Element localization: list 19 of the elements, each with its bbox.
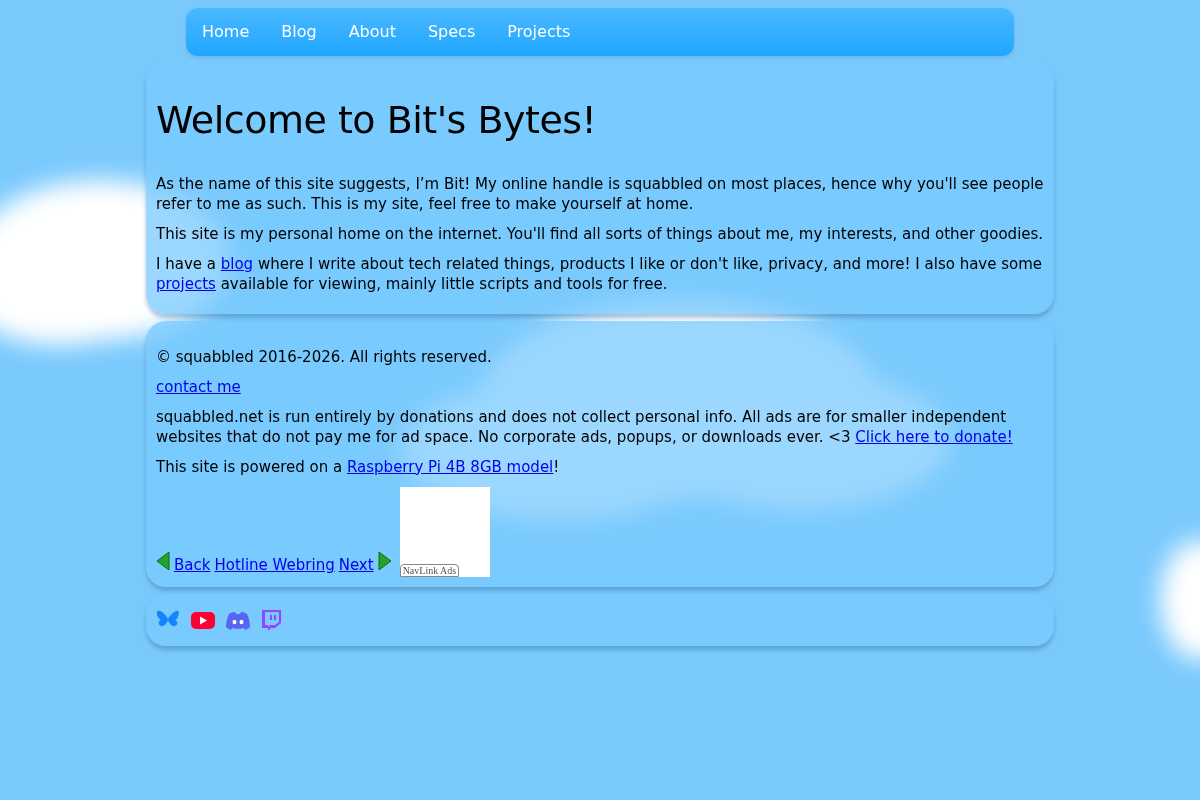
page-title: Welcome to Bit's Bytes! [156,98,598,144]
paragraph: © squabbled 2016-2026. All rights reserved. [156,346,493,367]
paragraph: This site is my personal home on the internet. You'll find all sorts of things about me, my interests, and other goodies. [156,223,1044,244]
paragraph: This site is powered on a Raspberry Pi 4B 8GB model! [156,456,561,477]
text-link[interactable]: contact me [156,377,241,396]
text-link[interactable]: blog [220,254,254,273]
text-link[interactable]: Raspberry Pi 4B 8GB model [347,457,554,476]
ad-label[interactable]: NavLink Ads [399,563,460,577]
webring-link[interactable]: Hotline Webring [214,554,335,577]
webring-link[interactable]: Next [338,554,374,577]
text-link[interactable]: Click here to donate! [855,427,1013,446]
webring-link[interactable]: Back [174,554,211,577]
paragraph: squabbled.net is run entirely by donations and does not collect personal info. All ads are for smaller independent websites that do not pay me for ad space. No corporate ads, popups, or downloads ever. <3 Click here to donate! [156,406,1014,447]
ad-frame[interactable]: NavLink Ads [399,486,490,577]
text-link[interactable]: projects [156,274,216,293]
left-arrow-icon[interactable] [156,550,170,571]
right-arrow-icon[interactable] [377,550,392,571]
paragraph: I have a blog where I write about tech related things, products I like or don't like, privacy, and more! I also have some projects available for viewing, mainly little scripts and tools for free. [156,253,1044,294]
paragraph: As the name of this site suggests, I’m Bit! My online handle is squabbled on most places, hence why you'll see people refer to me as such. This is my site, feel free to make yourself at home. [156,173,1044,214]
